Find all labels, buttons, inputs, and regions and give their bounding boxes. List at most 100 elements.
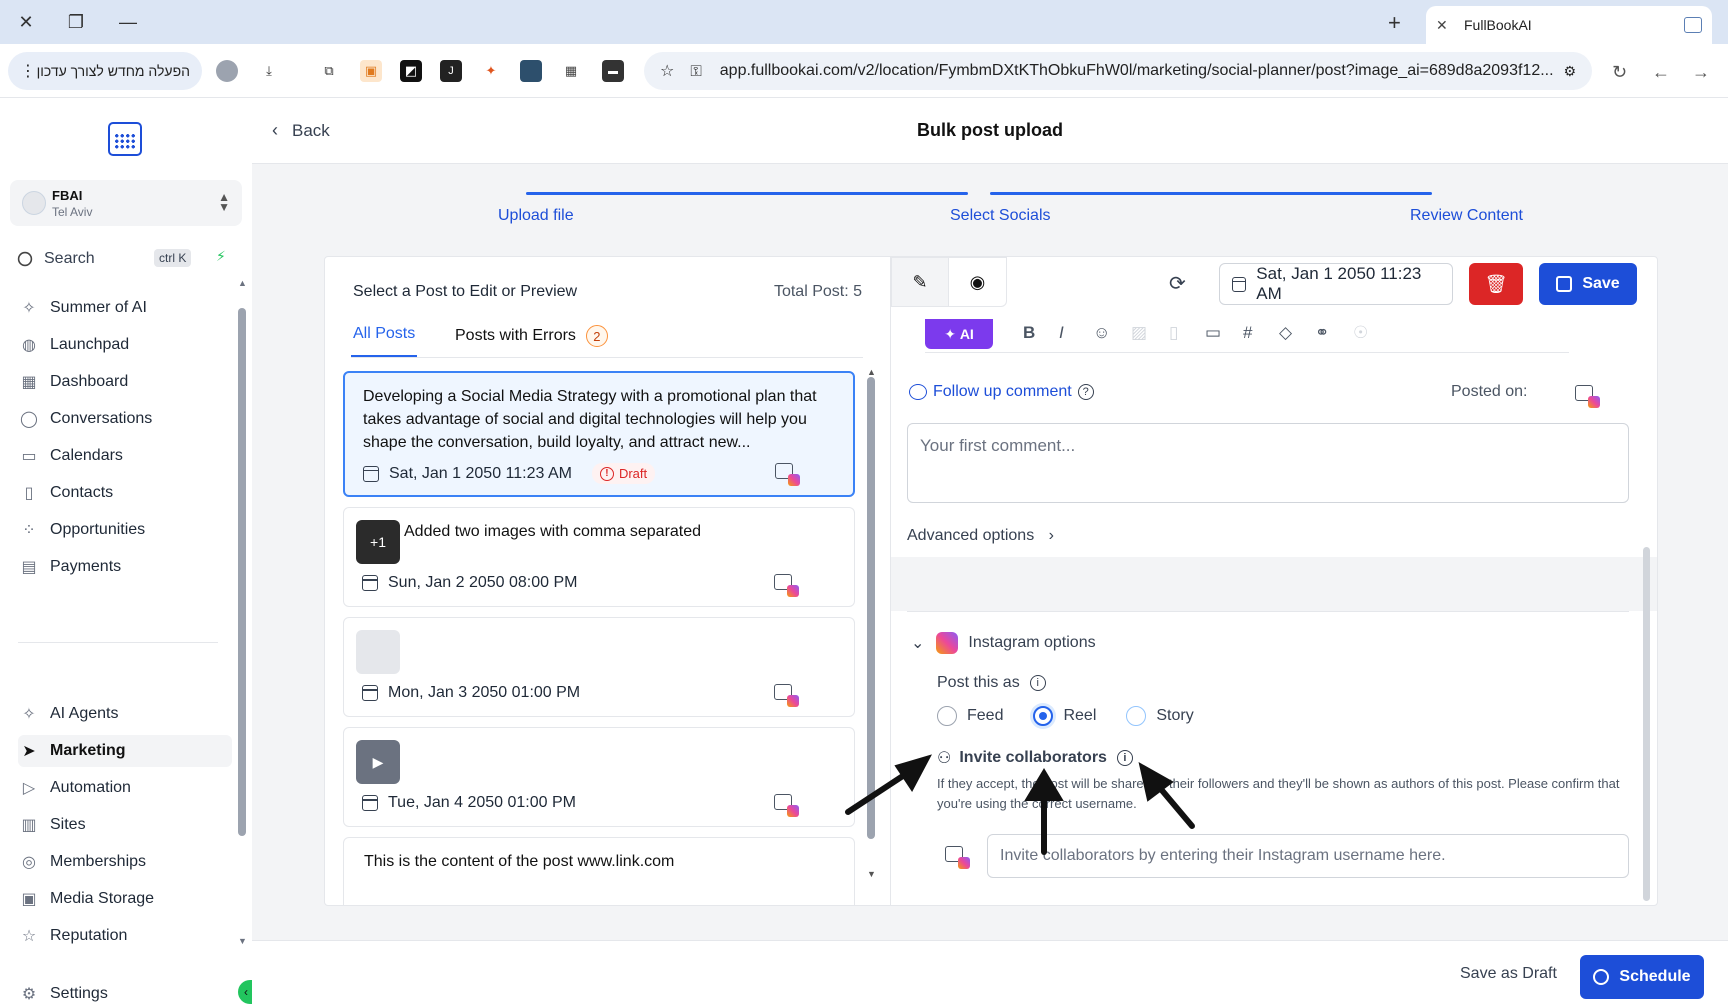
profile-avatar-icon[interactable] [216,60,238,82]
invite-collaborators-input[interactable]: Invite collaborators by entering their I… [987,834,1629,878]
extension-1-icon[interactable]: ▣ [360,60,382,82]
info-icon[interactable]: i [1116,750,1133,766]
sidebar-item-sites[interactable]: ▥ Sites [18,809,232,841]
sidebar-scrollbar[interactable] [238,308,246,836]
post-card[interactable]: This is the content of the post www.link… [343,837,855,905]
tab-all-posts[interactable]: All Posts [353,325,415,343]
pencil-edit-icon[interactable]: ✎ [892,258,950,306]
emoji-icon[interactable]: ☺ [1093,323,1110,343]
follow-up-comment-toggle[interactable]: Follow up comment ? [909,383,1094,401]
url-text[interactable]: app.fullbookai.com/v2/location/FymbmDXtK… [720,62,1564,80]
editor-scrollbar[interactable] [1643,547,1650,901]
sidebar-item-memberships[interactable]: ◎ Memberships [18,846,232,878]
quick-action-bolt-icon[interactable]: ⚡ [216,248,226,265]
sidebar-item-summer-of-ai[interactable]: ✧ Summer of AI [18,292,232,324]
instagram-options-header[interactable]: ⌄ Instagram options [911,632,1096,654]
sidebar-item-conversations[interactable]: ◯ Conversations [18,403,232,435]
link-icon[interactable]: ⚭ [1315,323,1329,343]
mention-icon[interactable]: ☉ [1353,323,1368,343]
radio-reel[interactable] [1033,706,1054,726]
calendar-icon: ▭ [21,448,37,465]
location-switcher[interactable]: FBAI Tel Aviv ▲ ▼ [10,180,242,226]
app-logo-calendar-icon[interactable] [108,122,142,156]
italic-icon[interactable]: I [1059,323,1064,343]
help-circle-icon[interactable]: ? [1077,384,1094,400]
extension-7-icon[interactable]: ▬ [602,60,624,82]
post-card[interactable]: +1 Added two images with comma separated… [343,507,855,607]
sidebar-item-payments[interactable]: ▤ Payments [18,551,232,583]
bold-icon[interactable]: B [1023,323,1035,343]
sidebar-item-calendars[interactable]: ▭ Calendars [18,440,232,472]
extensions-puzzle-icon[interactable]: ⧉ [318,60,340,82]
contacts-icon: ▯ [24,485,34,502]
back-arrow-icon[interactable]: ← [1652,62,1670,83]
step-review-content[interactable]: Review Content [1410,207,1523,225]
sidebar-item-automation[interactable]: ▷ Automation [18,772,232,804]
extension-3-icon[interactable]: J [440,60,462,82]
extension-4-icon[interactable]: ✦ [480,60,502,82]
video-icon[interactable]: ▭ [1205,323,1221,343]
sidebar-item-marketing[interactable]: ➤ Marketing [18,735,232,767]
chevron-down-icon: ⌄ [911,635,925,652]
extension-6-icon[interactable]: ▦ [560,60,582,82]
post-text: This is the content of the post www.link… [364,853,675,870]
browser-tab-active[interactable]: ✕ FullBookAI [1426,6,1712,44]
tab-close-icon[interactable]: ✕ [1436,17,1456,34]
sidebar-item-media-storage[interactable]: ▣ Media Storage [18,883,232,915]
refresh-icon[interactable]: ⟳ [1169,271,1186,296]
site-settings-icon[interactable]: ⚙ [1563,63,1576,80]
sidebar-item-opportunities[interactable]: ⁘ Opportunities [18,514,232,546]
new-tab-button[interactable]: + [1388,10,1401,36]
step-upload-file[interactable]: Upload file [498,207,574,225]
first-comment-textarea[interactable]: Your first comment... [907,423,1629,503]
ai-assist-button[interactable]: ✦ AI [925,319,993,349]
sidebar-item-reputation[interactable]: ☆ Reputation [18,920,232,952]
save-button[interactable]: Save [1539,263,1637,305]
list-scroll-up-icon[interactable]: ▲ [867,367,876,377]
post-card[interactable]: ▶ Tue, Jan 4 2050 01:00 PM [343,727,855,827]
post-list-scrollbar[interactable] [867,377,875,839]
sidebar-search[interactable]: Search ctrl K ⚡ [10,244,242,274]
advanced-options-toggle[interactable]: Advanced options › [907,527,1054,545]
extension-2-icon[interactable]: ◩ [400,60,422,82]
post-card[interactable]: Developing a Social Media Strategy with … [343,371,855,497]
step-select-socials[interactable]: Select Socials [950,207,1051,225]
window-close-icon[interactable]: ✕ [10,8,42,36]
tab-posts-with-errors[interactable]: Posts with Errors 2 [455,325,608,347]
sidebar-item-label: Automation [50,779,131,796]
window-restore-icon[interactable]: ❐ [60,8,92,36]
reload-icon[interactable]: ↻ [1612,62,1627,83]
post-card[interactable]: Mon, Jan 3 2050 01:00 PM [343,617,855,717]
schedule-date-picker[interactable]: Sat, Jan 1 2050 11:23 AM [1219,263,1453,305]
bookmark-star-icon[interactable]: ☆ [660,61,674,81]
follow-up-label: Follow up comment [933,383,1072,400]
radio-feed[interactable] [937,706,957,726]
document-icon[interactable]: ▯ [1169,323,1178,343]
download-icon[interactable]: ⤓ [258,60,280,82]
radio-story[interactable] [1126,706,1147,726]
info-icon[interactable]: i [1029,675,1046,691]
sidebar-item-contacts[interactable]: ▯ Contacts [18,477,232,509]
eye-preview-icon[interactable]: ◉ [949,258,1006,306]
update-restart-pill[interactable]: הפעלה מחדש לצורך עדכון ⋮ [8,52,202,90]
save-as-draft-button[interactable]: Save as Draft [1460,965,1557,983]
sidebar-scroll-up-icon[interactable]: ▲ [238,278,247,288]
site-key-icon[interactable]: ⚿ [690,63,701,80]
sidebar-item-ai-agents[interactable]: ✧ AI Agents [18,698,232,730]
window-minimize-icon[interactable]: — [112,8,144,36]
address-bar[interactable]: ☆ ⚿ app.fullbookai.com/v2/location/Fymbm… [644,52,1592,90]
extension-5-icon[interactable] [520,60,542,82]
delete-post-button[interactable]: 🗑 [1469,263,1523,305]
schedule-button[interactable]: Schedule [1580,955,1704,999]
sidebar-item-settings[interactable]: ⚙ Settings [18,978,232,1006]
hashtag-icon[interactable]: # [1243,323,1252,343]
back-button[interactable]: ‹ Back [272,120,330,141]
image-upload-icon[interactable]: ▨ [1131,323,1147,343]
sidebar-item-label: AI Agents [50,705,119,722]
sidebar-scroll-down-icon[interactable]: ▼ [238,936,247,946]
tag-icon[interactable]: ◇ [1279,323,1292,343]
sidebar-item-launchpad[interactable]: ◍ Launchpad [18,329,232,361]
forward-arrow-icon[interactable]: → [1692,62,1710,83]
sidebar-item-dashboard[interactable]: ▦ Dashboard [18,366,232,398]
list-scroll-down-icon[interactable]: ▼ [867,869,876,879]
